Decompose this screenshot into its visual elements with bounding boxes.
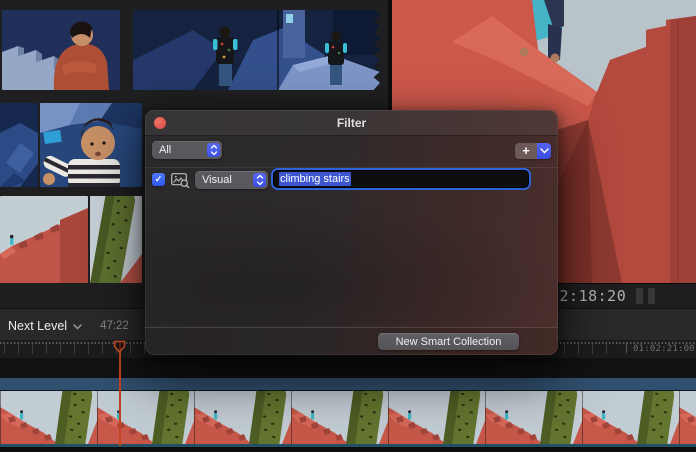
current-timecode[interactable]: 02:18:20: [550, 287, 626, 305]
add-rule-menu-button[interactable]: [537, 143, 551, 159]
dialog-footer: New Smart Collection: [145, 327, 558, 355]
dialog-titlebar[interactable]: Filter: [145, 110, 558, 136]
filter-dialog: Filter All + ✓: [145, 110, 558, 355]
filter-query-input[interactable]: climbing stairs: [273, 170, 529, 188]
project-duration: 47:22: [100, 320, 129, 332]
browser-clip-cactus[interactable]: [90, 196, 142, 283]
add-rule-button[interactable]: +: [515, 143, 537, 159]
filter-scope-popup[interactable]: All: [152, 141, 222, 159]
cactus-thumbnail-art: [90, 196, 142, 283]
clip-filmstrip[interactable]: [0, 391, 696, 444]
query-selected-text: climbing stairs: [279, 172, 351, 186]
browser-clip-red-shirt[interactable]: [2, 10, 120, 90]
rule-type-popup[interactable]: Visual: [195, 171, 268, 189]
rule-enabled-checkbox[interactable]: ✓: [152, 173, 165, 186]
project-name: Next Level: [8, 319, 67, 333]
browser-clip-floral-shirt[interactable]: [133, 10, 380, 90]
dialog-content-area: [145, 197, 558, 326]
fcp-window: 02:18:20 Next Level 47:22: [0, 0, 696, 452]
add-rule-control: +: [515, 143, 551, 159]
blue-stairs-thumbnail-art: [0, 103, 38, 187]
chevron-down-icon: [540, 148, 549, 154]
ruler-timecode-tick: [626, 343, 627, 353]
popup-chevrons-icon: [207, 143, 220, 157]
new-smart-collection-button[interactable]: New Smart Collection: [378, 333, 519, 350]
image-search-icon: [171, 173, 190, 193]
dialog-separator: [145, 167, 558, 168]
playhead-handle[interactable]: [113, 340, 126, 359]
red-stairs-thumbnail-art: [0, 196, 88, 283]
red-shirt-thumbnail-art: [2, 10, 120, 90]
popup-chevrons-icon: [253, 173, 266, 187]
audio-meter-right: [648, 288, 655, 304]
striped-shirt-thumbnail-art: [40, 103, 142, 187]
clip-top-band[interactable]: [0, 378, 696, 391]
dialog-title: Filter: [145, 116, 558, 130]
project-switcher[interactable]: Next Level 47:22: [8, 317, 129, 335]
browser-clip-red-stairs[interactable]: [0, 196, 88, 283]
checkmark-icon: ✓: [155, 174, 163, 185]
floral-shirt-thumbnail-art: [133, 10, 380, 90]
browser-clip-striped-shirt[interactable]: [40, 103, 142, 187]
audio-meter-left: [636, 288, 643, 304]
browser-clip-blue-stairs[interactable]: [0, 103, 38, 187]
timeline-tracks: [0, 358, 696, 452]
ruler-timecode: 01:02:21:00: [633, 344, 695, 354]
rule-type-value: Visual: [195, 174, 253, 186]
chevron-down-icon: [73, 317, 82, 335]
track-background: [0, 447, 696, 452]
filter-scope-value: All: [152, 144, 207, 156]
